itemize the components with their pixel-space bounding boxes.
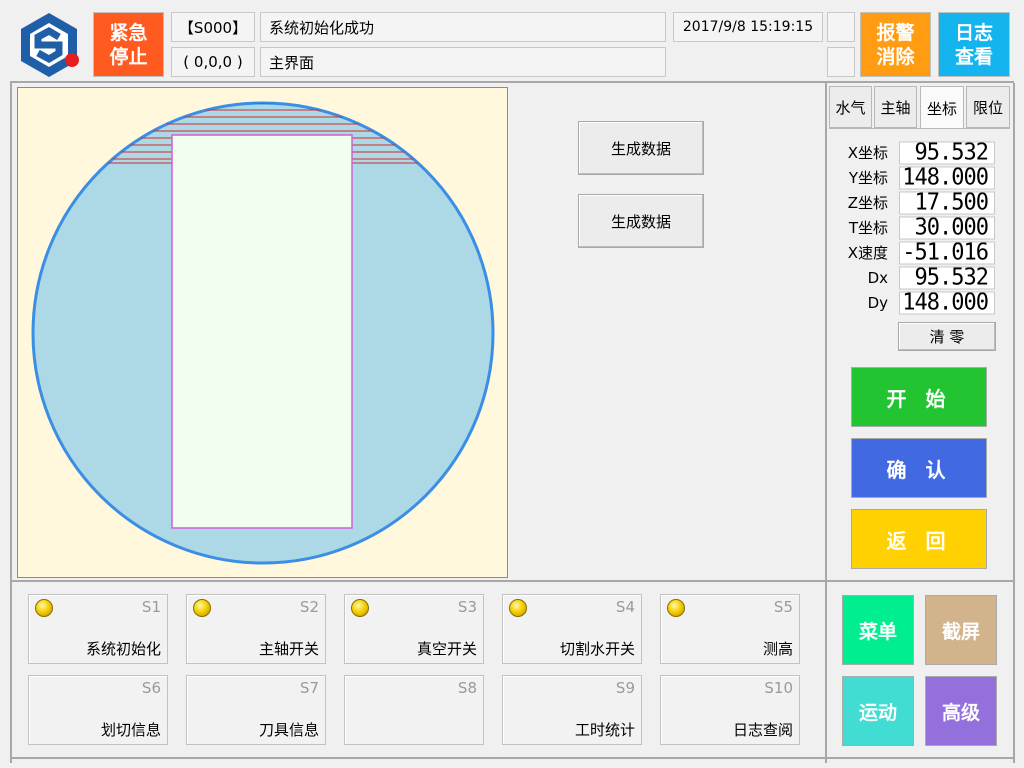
position-readout: ( 0,0,0 ) — [171, 47, 255, 77]
status-cell-s4[interactable]: S4 切割水开关 — [502, 594, 642, 664]
coord-value-x-speed: -51.016 — [899, 241, 995, 265]
menu-button[interactable]: 菜单 — [842, 595, 914, 665]
left-edge — [10, 83, 12, 763]
status-code-s3: S3 — [457, 598, 477, 616]
status-label-s3: 真空开关 — [416, 640, 477, 658]
status-label-s6: 划切信息 — [100, 721, 161, 739]
screenshot-button[interactable]: 截屏 — [925, 595, 997, 665]
status-code-s7: S7 — [299, 679, 319, 697]
status-label-s2: 主轴开关 — [258, 640, 319, 658]
status-code: 【S000】 — [171, 12, 255, 42]
alarm-clear-button[interactable]: 报警 消除 — [860, 12, 931, 77]
emergency-stop-button[interactable]: 紧急 停止 — [93, 12, 164, 77]
status-led-s1 — [35, 599, 53, 617]
status-label-s9: 工时统计 — [574, 721, 635, 739]
status-message: 系统初始化成功 — [260, 12, 666, 42]
generate-data-button-2[interactable]: 生成数据 — [578, 194, 704, 248]
coord-value-t: 30.000 — [899, 216, 995, 240]
status-cell-s1[interactable]: S1 系统初始化 — [28, 594, 168, 664]
status-cell-s2[interactable]: S2 主轴开关 — [186, 594, 326, 664]
status-code-s9: S9 — [615, 679, 635, 697]
blank-indicator-bottom — [827, 47, 855, 77]
log-view-button[interactable]: 日志 查看 — [938, 12, 1010, 77]
tab-water-air[interactable]: 水气 — [829, 86, 872, 128]
coord-label-t: T坐标 — [848, 219, 888, 237]
motion-button[interactable]: 运动 — [842, 676, 914, 746]
coord-value-y: 148.000 — [899, 166, 995, 190]
status-code-s2: S2 — [299, 598, 319, 616]
status-label-s7: 刀具信息 — [258, 721, 319, 739]
status-cell-s5[interactable]: S5 测高 — [660, 594, 800, 664]
status-cell-s6[interactable]: S6 划切信息 — [28, 675, 168, 745]
logo — [14, 10, 84, 80]
coord-label-dy: Dy — [867, 294, 888, 312]
current-page-label: 主界面 — [260, 47, 666, 77]
status-label-s1: 系统初始化 — [85, 640, 161, 658]
status-cell-s10[interactable]: S10 日志查阅 — [660, 675, 800, 745]
status-label-s4: 切割水开关 — [559, 640, 635, 658]
status-led-s4 — [509, 599, 527, 617]
coord-label-dx: Dx — [867, 269, 888, 287]
header-divider — [10, 81, 1014, 83]
back-button[interactable]: 返 回 — [851, 509, 987, 569]
status-code-s10: S10 — [764, 679, 793, 697]
coord-label-z: Z坐标 — [847, 194, 888, 212]
work-area-rect — [171, 134, 353, 529]
status-label-s5: 测高 — [762, 640, 793, 658]
app-window: 紧急 停止 【S000】 系统初始化成功 ( 0,0,0 ) 主界面 2017/… — [0, 0, 1024, 768]
wafer-canvas[interactable] — [17, 87, 508, 578]
coord-value-dy: 148.000 — [899, 291, 995, 315]
coord-label-x-speed: X速度 — [847, 244, 888, 262]
tab-spindle[interactable]: 主轴 — [874, 86, 917, 128]
status-led-s2 — [193, 599, 211, 617]
status-cell-s8[interactable]: S8 — [344, 675, 484, 745]
tab-coordinates[interactable]: 坐标 — [920, 86, 964, 130]
status-led-s5 — [667, 599, 685, 617]
status-code-s4: S4 — [615, 598, 635, 616]
status-code-s6: S6 — [141, 679, 161, 697]
bottom-edge — [10, 757, 1014, 759]
start-button[interactable]: 开 始 — [851, 367, 987, 427]
tab-limits[interactable]: 限位 — [966, 86, 1010, 128]
right-panel-divider — [825, 83, 827, 763]
status-cell-s3[interactable]: S3 真空开关 — [344, 594, 484, 664]
status-code-s5: S5 — [773, 598, 793, 616]
coord-value-x: 95.532 — [899, 141, 995, 165]
status-cell-s9[interactable]: S9 工时统计 — [502, 675, 642, 745]
coord-label-x: X坐标 — [847, 144, 888, 162]
coord-value-z: 17.500 — [899, 191, 995, 215]
blank-indicator-top — [827, 12, 855, 42]
datetime-display: 2017/9/8 15:19:15 — [673, 12, 823, 42]
generate-data-button-1[interactable]: 生成数据 — [578, 121, 704, 175]
status-label-s10: 日志查阅 — [732, 721, 793, 739]
coord-value-dx: 95.532 — [899, 266, 995, 290]
advanced-button[interactable]: 高级 — [925, 676, 997, 746]
footer-divider — [10, 580, 1014, 582]
status-code-s1: S1 — [141, 598, 161, 616]
status-led-s3 — [351, 599, 369, 617]
status-code-s8: S8 — [457, 679, 477, 697]
confirm-button[interactable]: 确 认 — [851, 438, 987, 498]
coord-label-y: Y坐标 — [848, 169, 888, 187]
status-cell-s7[interactable]: S7 刀具信息 — [186, 675, 326, 745]
right-edge — [1013, 83, 1015, 763]
clear-zero-button[interactable]: 清 零 — [898, 322, 996, 351]
